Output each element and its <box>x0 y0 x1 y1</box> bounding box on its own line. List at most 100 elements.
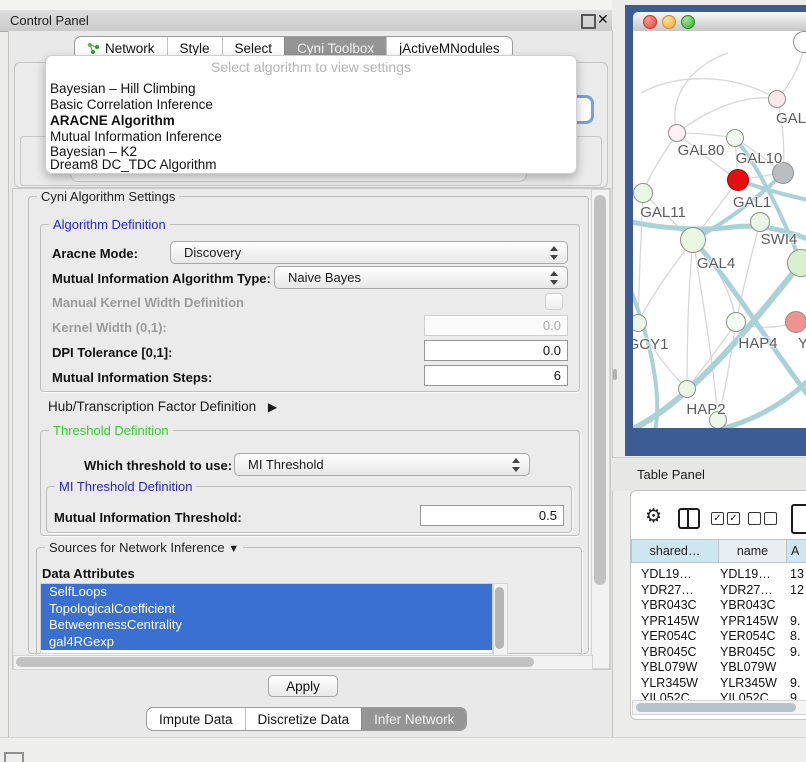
tab-infer-network[interactable]: Infer Network <box>361 708 466 730</box>
network-tab-icon <box>87 42 100 55</box>
network-node-gal10[interactable] <box>726 129 744 147</box>
unchecked-checkbox-icon[interactable] <box>764 512 777 525</box>
cell-name: YBL079W <box>720 660 776 674</box>
network-node-gal1[interactable] <box>727 169 749 191</box>
tab-impute-data-label: Impute Data <box>159 712 233 727</box>
column-header-shared[interactable]: shared… <box>631 539 719 563</box>
cell-value: 9. <box>790 614 800 628</box>
list-scrollbar-thumb[interactable] <box>495 587 504 649</box>
mi-steps-label: Mutual Information Steps: <box>52 370 212 385</box>
float-window-icon[interactable] <box>581 14 596 29</box>
kernel-width-field[interactable]: 0.0 <box>424 315 568 336</box>
zoom-traffic-icon[interactable] <box>681 15 695 29</box>
spinner-arrows-icon <box>549 271 558 285</box>
network-node-gal11[interactable] <box>633 183 653 203</box>
list-item[interactable]: BetweennessCentrality <box>41 617 492 634</box>
mi-type-label: Mutual Information Algorithm Type: <box>52 271 271 286</box>
cell-name: YDR27… <box>720 583 773 597</box>
columns-icon[interactable] <box>678 508 700 529</box>
node-label: GAL1 <box>733 194 771 211</box>
which-threshold-combo[interactable]: MI Threshold <box>234 453 530 476</box>
hub-definition-expander[interactable]: Hub/Transcription Factor Definition ▶ <box>48 399 277 414</box>
list-vertical-scrollbar[interactable] <box>493 583 508 656</box>
cell-shared: YDR27… <box>641 583 694 597</box>
list-item[interactable]: gal4RGexp <box>41 634 492 651</box>
algorithm-option[interactable]: Dream8 DC_TDC Algorithm <box>50 157 217 172</box>
cell-name: YBR045C <box>720 645 776 659</box>
list-item[interactable]: SelfLoops <box>41 584 492 601</box>
table-row[interactable]: YBR045CYBR045C9. <box>631 645 806 661</box>
list-item[interactable]: TopologicalCoefficient <box>41 601 492 618</box>
algorithm-option[interactable]: Basic Correlation Inference <box>50 97 213 112</box>
settings-vertical-scrollbar[interactable] <box>591 189 610 669</box>
column-header-partial[interactable]: A <box>787 539 806 563</box>
network-window-titlebar[interactable] <box>633 12 806 32</box>
sources-group-title-wrap[interactable]: Sources for Network Inference ▼ <box>45 540 243 555</box>
expand-arrow-icon: ▶ <box>268 400 277 414</box>
close-traffic-icon[interactable] <box>643 15 657 29</box>
table-hscrollbar-thumb[interactable] <box>636 703 796 712</box>
which-threshold-value: MI Threshold <box>248 457 324 472</box>
table-row[interactable]: YDR27…YDR27…12 <box>631 583 806 599</box>
tab-infer-network-label: Infer Network <box>374 712 454 727</box>
apply-button[interactable]: Apply <box>268 675 338 697</box>
table-horizontal-scrollbar[interactable] <box>632 700 806 715</box>
tab-discretize-data[interactable]: Discretize Data <box>245 708 362 730</box>
network-node-gal7[interactable] <box>768 90 786 108</box>
mi-threshold-field[interactable]: 0.5 <box>420 505 564 526</box>
network-node-gal4[interactable] <box>680 227 706 253</box>
algorithm-option[interactable]: Bayesian – Hill Climbing <box>50 81 196 96</box>
network-node-hap2[interactable] <box>678 380 696 398</box>
table-row[interactable]: YER054CYER054C8. <box>631 629 806 645</box>
network-node-hap4[interactable] <box>726 312 746 332</box>
checked-checkbox-icon[interactable]: ✓ <box>711 512 724 525</box>
dpi-tolerance-field[interactable]: 0.0 <box>424 340 568 361</box>
tab-select-label: Select <box>235 41 273 56</box>
aracne-mode-combo[interactable]: Discovery <box>170 241 568 264</box>
mi-type-combo[interactable]: Naive Bayes <box>274 266 568 289</box>
cell-value: 13 <box>790 567 804 581</box>
network-node-gal80[interactable] <box>668 124 686 142</box>
cell-shared: YER054C <box>641 629 697 643</box>
threshold-definition-title: Threshold Definition <box>49 423 173 438</box>
minimize-traffic-icon[interactable] <box>662 15 676 29</box>
dpi-tolerance-label: DPI Tolerance [0,1]: <box>52 345 172 360</box>
checked-checkbox-icon[interactable]: ✓ <box>727 512 740 525</box>
algorithm-option[interactable]: Mutual Information Inference <box>50 129 222 144</box>
network-node-swi4[interactable] <box>750 212 770 232</box>
network-canvas[interactable]: GAL80 GAL10 GAL1 GAL11 SWI4 GAL4 GCY1 HA… <box>633 31 806 428</box>
settings-vscrollbar-thumb[interactable] <box>594 195 606 585</box>
gear-icon[interactable]: ⚙ <box>645 507 662 526</box>
tab-impute-data[interactable]: Impute Data <box>147 708 245 730</box>
aracne-mode-label: Aracne Mode: <box>52 246 138 261</box>
algorithm-option-selected[interactable]: ARACNE Algorithm <box>50 113 175 128</box>
which-threshold-label: Which threshold to use: <box>84 458 232 473</box>
node-label: Y <box>798 335 806 352</box>
table-row[interactable]: YLR345WYLR345W9. <box>631 676 806 692</box>
collapse-arrow-icon: ▼ <box>228 543 239 555</box>
screen: Control Panel ✕ Network Style Select Cyn… <box>0 0 806 762</box>
mi-threshold-group-title: MI Threshold Definition <box>55 479 196 494</box>
settings-horizontal-scrollbar[interactable] <box>13 655 593 670</box>
manual-kernel-checkbox[interactable] <box>545 293 563 310</box>
mi-steps-field[interactable]: 6 <box>424 365 568 386</box>
cell-shared: YDL19… <box>641 567 692 581</box>
table-row[interactable]: YBL079WYBL079W <box>631 660 806 676</box>
panel-splitter-handle[interactable] <box>613 369 617 380</box>
close-icon[interactable]: ✕ <box>597 11 609 28</box>
document-icon[interactable] <box>791 504 806 534</box>
table-row[interactable]: YDL19…YDL19…13 <box>631 567 806 583</box>
network-node-salmon[interactable] <box>785 311 806 333</box>
network-window: GAL80 GAL10 GAL1 GAL11 SWI4 GAL4 GCY1 HA… <box>625 5 806 456</box>
collapsed-panel-icon[interactable] <box>4 752 24 762</box>
node-label: GCY1 <box>633 336 668 353</box>
column-header-name[interactable]: name <box>719 539 787 563</box>
settings-hscrollbar-thumb[interactable] <box>16 657 534 667</box>
unchecked-checkbox-icon[interactable] <box>748 512 761 525</box>
table-row[interactable]: YPR145WYPR145W9. <box>631 614 806 630</box>
cell-name: YLR345W <box>720 676 777 690</box>
tab-style-label: Style <box>180 41 210 56</box>
table-row[interactable]: YBR043CYBR043C <box>631 598 806 614</box>
cell-name: YPR145W <box>720 614 778 628</box>
cyni-bottom-tabbar: Impute Data Discretize Data Infer Networ… <box>146 707 467 731</box>
